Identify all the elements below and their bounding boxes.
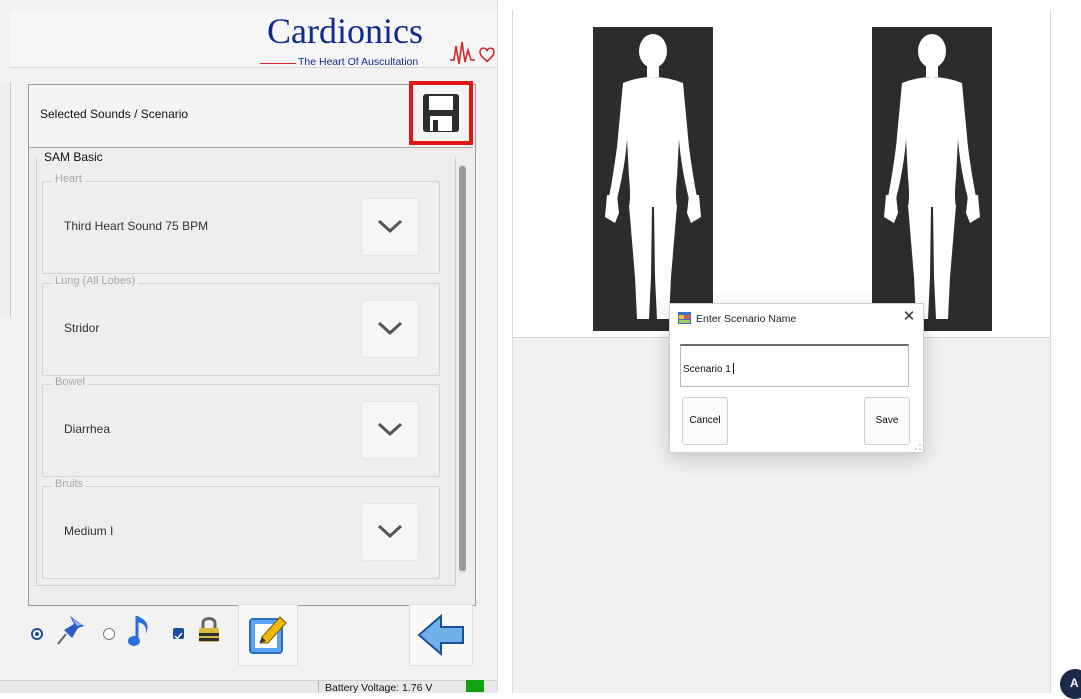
chevron-down-icon [377, 524, 403, 539]
floppy-disk-icon [423, 94, 459, 132]
badge-label: A [1070, 676, 1079, 690]
group-title: Bruits [52, 478, 87, 490]
selected-sound: Medium I [64, 524, 114, 538]
heartbeat-icon [450, 41, 495, 65]
selected-sound: Diarrhea [64, 422, 111, 436]
lung-dropdown-button[interactable] [362, 301, 418, 357]
app-window-icon [678, 312, 691, 324]
scenario-name-label: SAM Basic [44, 150, 103, 164]
cardionics-logo: Cardionics The Heart Of Auscultation [260, 11, 500, 74]
resize-grip-icon[interactable] [913, 442, 921, 450]
save-scenario-button[interactable] [409, 81, 473, 145]
scenario-name-dialog: Enter Scenario Name ✕ Scenario 1 Cancel … [669, 303, 924, 453]
selected-sounds-label: Selected Sounds / Scenario [40, 107, 189, 121]
logo-underline [260, 63, 296, 64]
group-title: Lung (All Lobes) [52, 275, 139, 287]
music-note-icon[interactable] [128, 612, 154, 648]
close-icon[interactable]: ✕ [900, 308, 918, 326]
heart-group: Heart Third Heart Sound 75 BPM [42, 173, 440, 274]
selected-sound: Third Heart Sound 75 BPM [64, 219, 209, 233]
scenario-name-input[interactable]: Scenario 1 [680, 344, 909, 387]
bowel-dropdown-button[interactable] [362, 402, 418, 458]
radio-dot [35, 632, 39, 636]
edit-icon [249, 616, 287, 654]
chevron-down-icon [377, 219, 403, 234]
scrollbar-thumb[interactable] [459, 166, 466, 571]
back-arrow-icon [417, 614, 464, 656]
battery-voltage-text: Battery Voltage: 1.76 V [325, 682, 433, 694]
chevron-down-icon [377, 422, 403, 437]
back-body-figure[interactable] [872, 27, 992, 331]
checkmark-icon [174, 632, 183, 640]
app-header: Cardionics The Heart Of Auscultation [10, 10, 497, 68]
note-mode-radio[interactable] [103, 628, 115, 640]
cancel-button[interactable]: Cancel [682, 397, 728, 445]
back-button[interactable] [409, 604, 473, 666]
status-separator [318, 681, 319, 692]
save-button[interactable]: Save [864, 397, 910, 445]
bruits-dropdown-button[interactable] [362, 504, 418, 560]
edit-button[interactable] [238, 604, 298, 666]
lung-group: Lung (All Lobes) Stridor [42, 275, 440, 376]
battery-indicator [466, 680, 484, 692]
dialog-title: Enter Scenario Name [696, 313, 797, 325]
lock-checkbox[interactable] [173, 628, 184, 640]
input-text: Scenario 1 [683, 364, 731, 375]
front-body-figure[interactable] [593, 27, 713, 331]
group-title: Heart [52, 173, 85, 185]
bruits-group: Bruits Medium I [42, 478, 440, 579]
chevron-down-icon [377, 321, 403, 336]
group-title: Bowel [52, 376, 88, 388]
pin-mode-radio[interactable] [31, 628, 43, 640]
selected-sounds-header: Selected Sounds / Scenario [29, 85, 473, 148]
text-caret [732, 363, 734, 374]
logo-wordmark: Cardionics [267, 11, 423, 51]
logo-tagline: The Heart Of Auscultation [298, 56, 419, 68]
corner-badge: A [1060, 669, 1081, 699]
bowel-group: Bowel Diarrhea [42, 376, 440, 477]
human-body-icon [605, 34, 701, 319]
selected-sound: Stridor [64, 321, 100, 335]
padlock-icon [199, 617, 219, 642]
pushpin-icon[interactable] [56, 614, 86, 646]
heart-dropdown-button[interactable] [362, 199, 418, 255]
human-body-icon [884, 34, 980, 319]
left-edge-strip [0, 82, 11, 317]
